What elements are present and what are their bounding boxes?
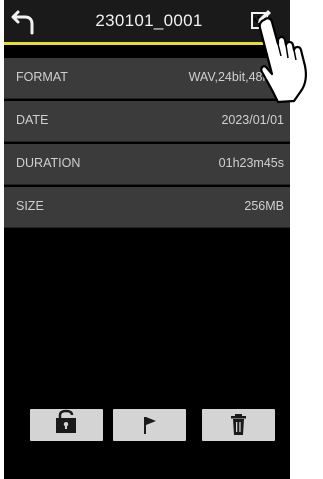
mark-button[interactable] bbox=[113, 409, 186, 441]
info-row-format: FORMAT WAV,24bit,48kHz bbox=[4, 58, 290, 99]
info-row-size: SIZE 256MB bbox=[4, 187, 290, 228]
pointing-hand-icon bbox=[254, 16, 308, 104]
delete-button[interactable] bbox=[202, 409, 275, 441]
trash-icon bbox=[231, 414, 246, 435]
title-bar: 230101_0001 bbox=[4, 0, 290, 42]
lock-icon bbox=[56, 409, 76, 433]
info-label: FORMAT bbox=[16, 70, 68, 84]
info-label: SIZE bbox=[16, 199, 44, 213]
info-label: DURATION bbox=[16, 156, 81, 170]
info-value: 2023/01/01 bbox=[221, 113, 284, 127]
back-arrow-icon bbox=[11, 10, 34, 35]
accent-divider bbox=[4, 42, 290, 45]
flag-icon bbox=[144, 417, 156, 434]
info-label: DATE bbox=[16, 113, 49, 127]
info-value: 256MB bbox=[244, 199, 284, 213]
page-title: 230101_0001 bbox=[95, 11, 203, 30]
info-value: 01h23m45s bbox=[218, 156, 284, 170]
back-button[interactable] bbox=[10, 6, 40, 36]
info-row-date: DATE 2023/01/01 bbox=[4, 101, 290, 142]
info-row-duration: DURATION 01h23m45s bbox=[4, 144, 290, 185]
device-screen: 230101_0001 FORMAT WAV,24bit,48kHz DATE … bbox=[4, 0, 290, 479]
protect-button[interactable] bbox=[30, 409, 103, 441]
